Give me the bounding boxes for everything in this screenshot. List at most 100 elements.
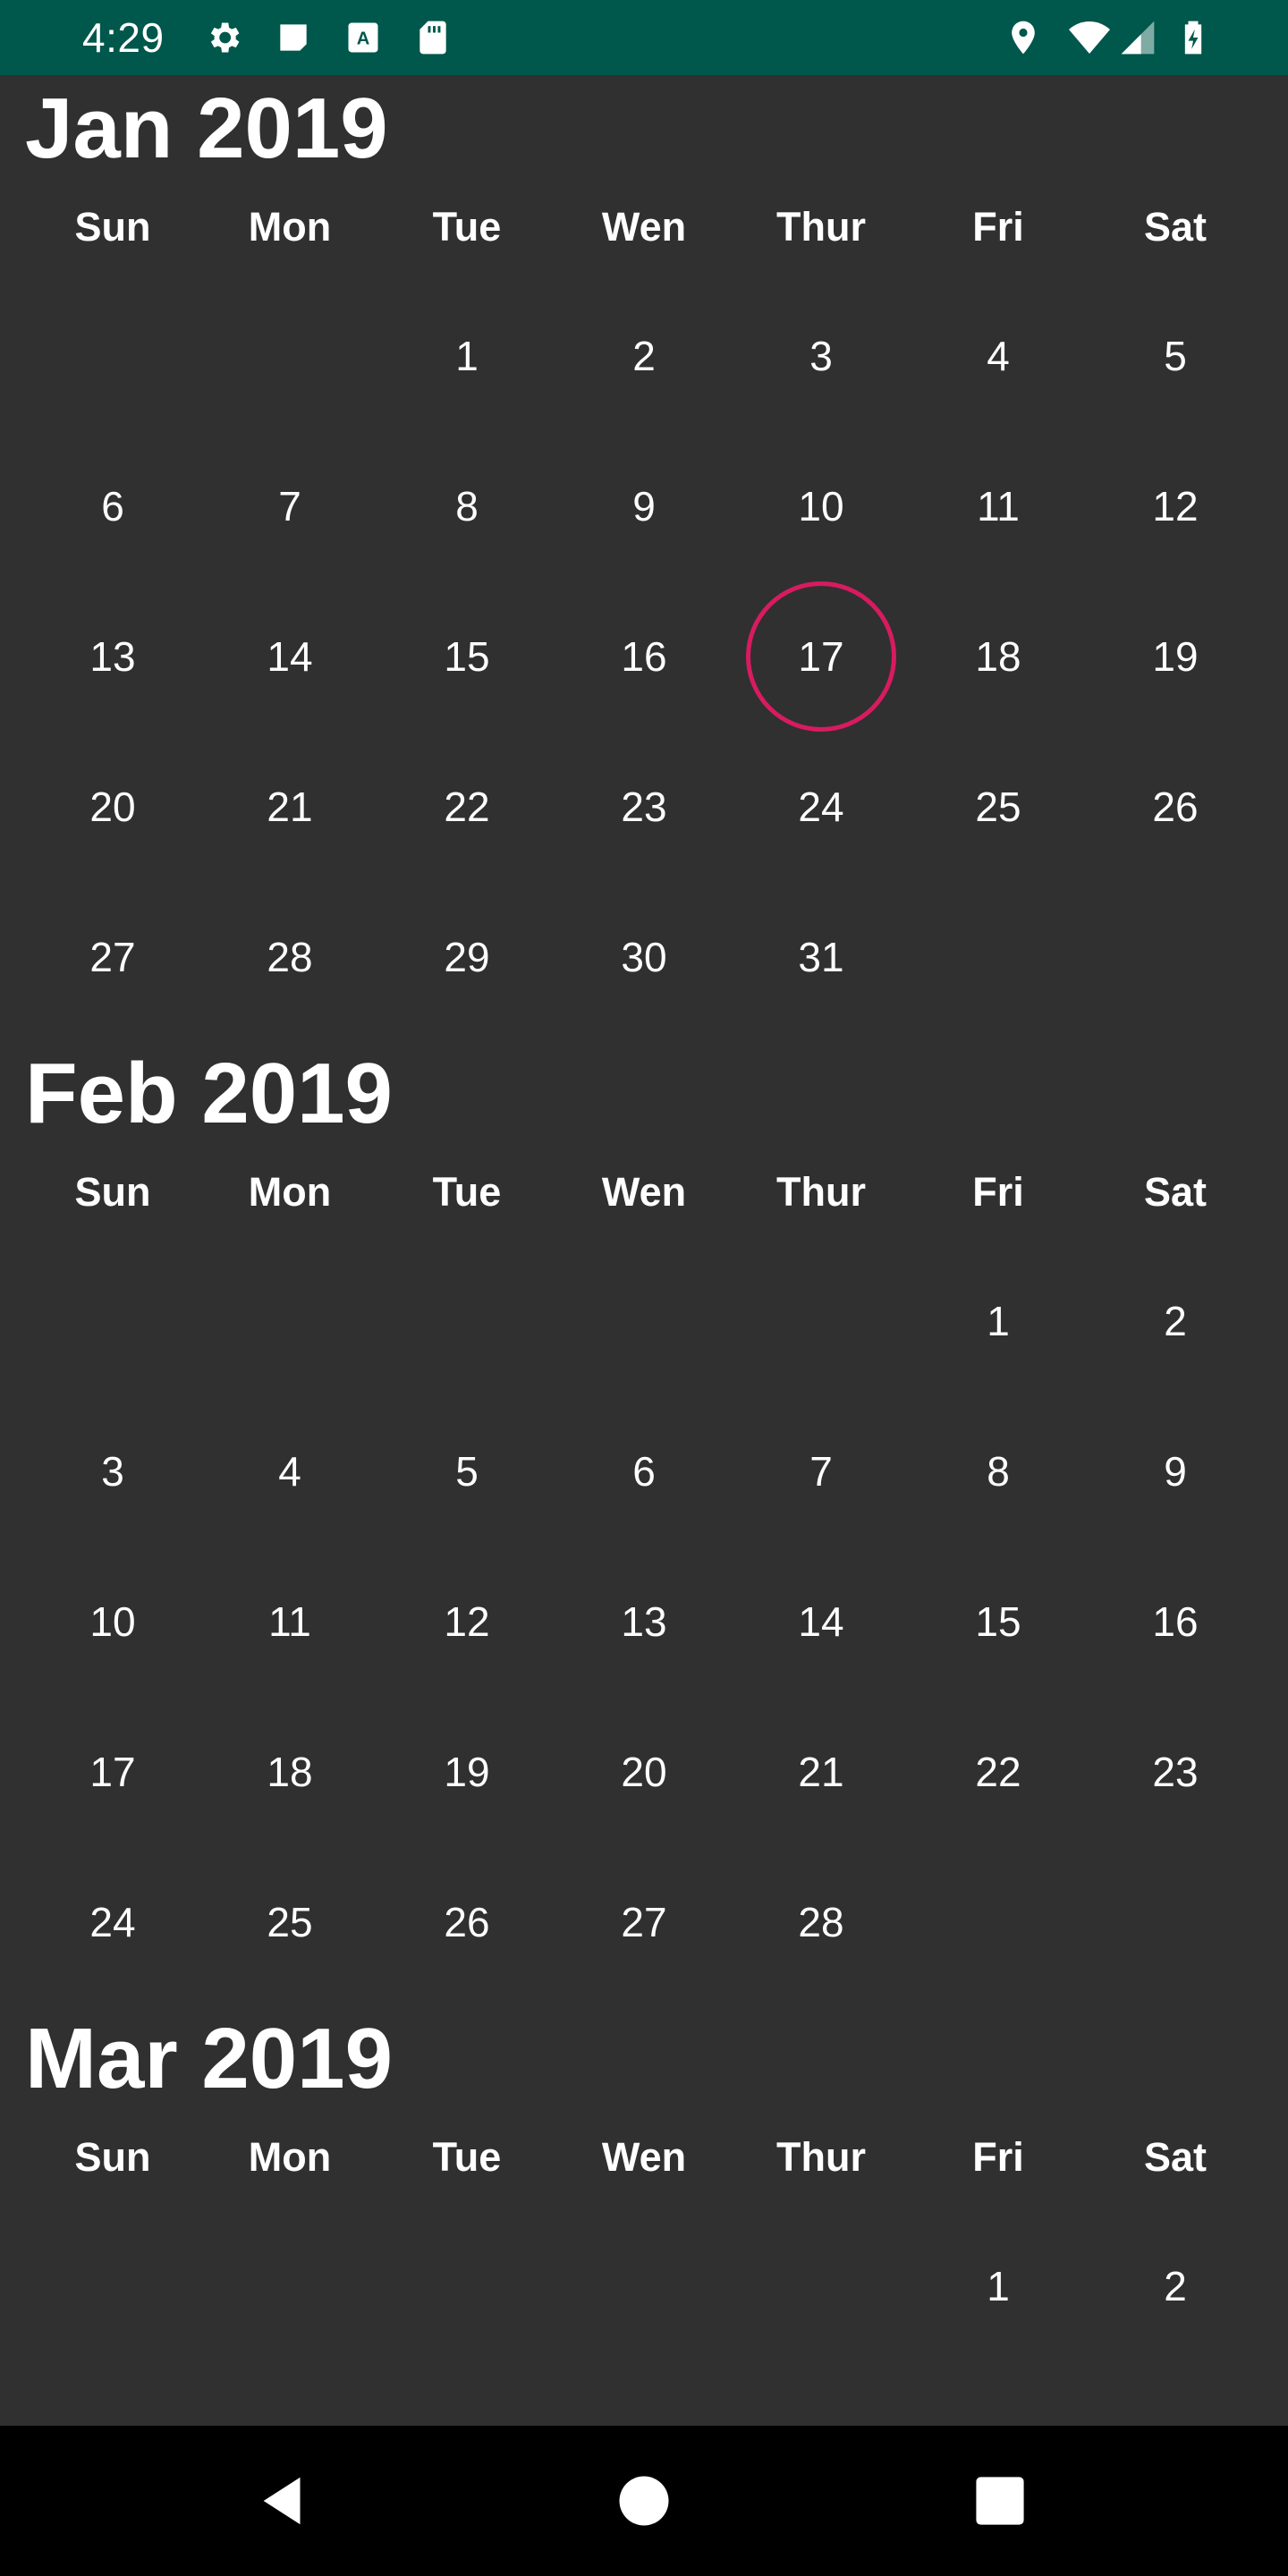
day-cell[interactable]: 14: [201, 581, 378, 732]
day-number: 12: [444, 1598, 490, 1645]
day-cell[interactable]: 28: [201, 882, 378, 1032]
day-cell[interactable]: 1: [910, 2211, 1087, 2361]
wifi-icon: [1064, 18, 1114, 57]
day-cell[interactable]: 20: [24, 732, 201, 882]
day-number: 10: [798, 483, 844, 530]
day-number: 13: [89, 633, 136, 680]
day-cell[interactable]: 28: [733, 1847, 910, 1997]
recents-icon[interactable]: [957, 2458, 1043, 2544]
day-number: 19: [444, 1749, 490, 1795]
day-number: 28: [798, 1899, 844, 1945]
day-cell[interactable]: 2: [1087, 1246, 1264, 1396]
day-cell[interactable]: 15: [910, 1546, 1087, 1697]
day-number: 10: [89, 1598, 136, 1645]
day-cell[interactable]: 8: [378, 431, 555, 581]
day-cell[interactable]: 1: [378, 281, 555, 431]
day-cell[interactable]: 31: [733, 882, 910, 1032]
home-icon[interactable]: [601, 2458, 687, 2544]
weekday-label: Fri: [972, 204, 1024, 250]
day-number: 2: [1164, 2263, 1187, 2309]
day-cell[interactable]: 10: [733, 431, 910, 581]
day-number: 9: [1164, 1448, 1187, 1495]
day-cell[interactable]: 2: [1087, 2211, 1264, 2361]
day-cell[interactable]: 26: [378, 1847, 555, 1997]
day-cell[interactable]: 18: [910, 581, 1087, 732]
day-number: 6: [632, 1448, 656, 1495]
day-cell[interactable]: 25: [201, 1847, 378, 1997]
day-number: 4: [987, 333, 1010, 379]
day-cell[interactable]: 12: [378, 1546, 555, 1697]
day-cell[interactable]: 3: [24, 1396, 201, 1546]
day-cell[interactable]: 11: [201, 1546, 378, 1697]
day-cell[interactable]: 29: [378, 882, 555, 1032]
location-icon: [1004, 18, 1043, 57]
day-cell[interactable]: 19: [1087, 581, 1264, 732]
day-number: 18: [267, 1749, 313, 1795]
day-cell[interactable]: 22: [378, 732, 555, 882]
day-cell[interactable]: 22: [910, 1697, 1087, 1847]
day-number: 8: [987, 1448, 1010, 1495]
day-cell[interactable]: 23: [555, 732, 733, 882]
day-cell[interactable]: 15: [378, 581, 555, 732]
gear-icon: [204, 18, 243, 57]
weekday-label: Sat: [1143, 1169, 1208, 1215]
day-cell[interactable]: 16: [555, 581, 733, 732]
day-number: 9: [632, 483, 656, 530]
day-cell[interactable]: 4: [201, 1396, 378, 1546]
day-cell[interactable]: 30: [555, 882, 733, 1032]
day-cell[interactable]: 18: [201, 1697, 378, 1847]
day-cell[interactable]: 5: [378, 1396, 555, 1546]
day-number: 12: [1152, 483, 1199, 530]
day-number: 16: [1152, 1598, 1199, 1645]
day-cell[interactable]: 4: [910, 281, 1087, 431]
day-cell-today[interactable]: 17: [733, 581, 910, 732]
weekday-label: Tue: [432, 2134, 502, 2180]
day-cell[interactable]: 24: [733, 732, 910, 882]
status-time: 4:29: [82, 14, 165, 61]
day-number: 15: [444, 633, 490, 680]
day-cell[interactable]: 9: [1087, 1396, 1264, 1546]
day-number: 26: [1152, 784, 1199, 830]
day-cell[interactable]: 17: [24, 1697, 201, 1847]
day-cell[interactable]: 6: [24, 431, 201, 581]
day-number: 1: [987, 1298, 1010, 1344]
day-cell[interactable]: 23: [1087, 1697, 1264, 1847]
day-cell[interactable]: 8: [910, 1396, 1087, 1546]
day-cell[interactable]: 25: [910, 732, 1087, 882]
day-cell[interactable]: 13: [24, 581, 201, 732]
day-cell[interactable]: 12: [1087, 431, 1264, 581]
day-cell[interactable]: 16: [1087, 1546, 1264, 1697]
day-cell[interactable]: 27: [24, 882, 201, 1032]
day-cell[interactable]: 24: [24, 1847, 201, 1997]
day-number: 26: [444, 1899, 490, 1945]
day-cell[interactable]: 21: [733, 1697, 910, 1847]
day-cell[interactable]: 26: [1087, 732, 1264, 882]
day-number: 7: [809, 1448, 833, 1495]
day-cell[interactable]: 7: [733, 1396, 910, 1546]
day-cell[interactable]: 14: [733, 1546, 910, 1697]
day-cell[interactable]: 20: [555, 1697, 733, 1847]
day-cell[interactable]: 11: [910, 431, 1087, 581]
day-number: 1: [455, 333, 479, 379]
day-cell[interactable]: 5: [1087, 281, 1264, 431]
day-cell[interactable]: 13: [555, 1546, 733, 1697]
day-cell[interactable]: 19: [378, 1697, 555, 1847]
weekday-label: Fri: [972, 1169, 1024, 1215]
weekday-header: Sun Mon Tue Wen Thur Fri Sat: [0, 1157, 1288, 1228]
day-cell[interactable]: 3: [733, 281, 910, 431]
back-icon[interactable]: [242, 2458, 327, 2544]
day-number: 25: [975, 784, 1021, 830]
day-number: 14: [267, 633, 313, 680]
calendar-scroll-view[interactable]: Jan 2019 Sun Mon Tue Wen Thur Fri Sat 12345678…: [0, 75, 1288, 2426]
day-cell[interactable]: 7: [201, 431, 378, 581]
weekday-label: Mon: [248, 204, 332, 250]
day-cell[interactable]: 2: [555, 281, 733, 431]
day-cell[interactable]: 1: [910, 1246, 1087, 1396]
day-cell[interactable]: 9: [555, 431, 733, 581]
weekday-header: Sun Mon Tue Wen Thur Fri Sat: [0, 2122, 1288, 2193]
day-cell[interactable]: 10: [24, 1546, 201, 1697]
day-cell[interactable]: 27: [555, 1847, 733, 1997]
day-cell[interactable]: 21: [201, 732, 378, 882]
weekday-label: Thur: [776, 2134, 866, 2180]
day-cell[interactable]: 6: [555, 1396, 733, 1546]
